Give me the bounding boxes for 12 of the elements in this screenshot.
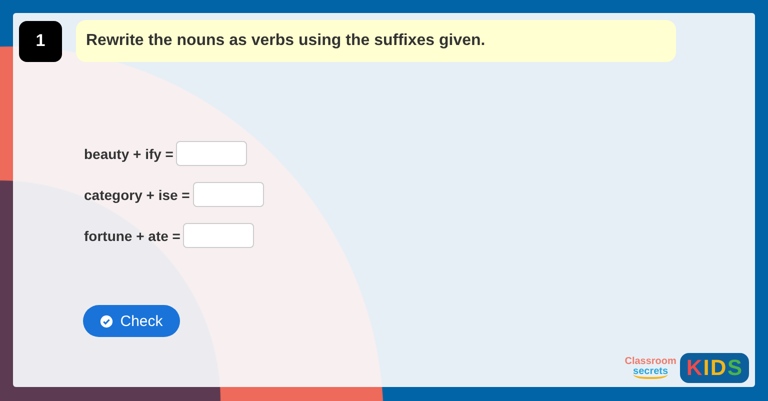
instruction-text: Rewrite the nouns as verbs using the suffixes given. bbox=[76, 20, 676, 62]
equation-label: beauty + ify = bbox=[84, 146, 174, 162]
kids-logo: KIDS bbox=[680, 353, 749, 383]
equation-label: category + ise = bbox=[84, 186, 190, 202]
classroom-secrets-logo: Classroom secrets bbox=[624, 357, 676, 379]
question-number: 1 bbox=[19, 20, 62, 62]
answer-field[interactable] bbox=[176, 141, 248, 166]
answer-field[interactable] bbox=[183, 223, 254, 248]
check-button[interactable]: Check bbox=[83, 305, 180, 337]
answer-field[interactable] bbox=[192, 182, 264, 207]
equation-label: fortune + ate = bbox=[84, 228, 180, 244]
check-circle-icon bbox=[100, 314, 114, 328]
